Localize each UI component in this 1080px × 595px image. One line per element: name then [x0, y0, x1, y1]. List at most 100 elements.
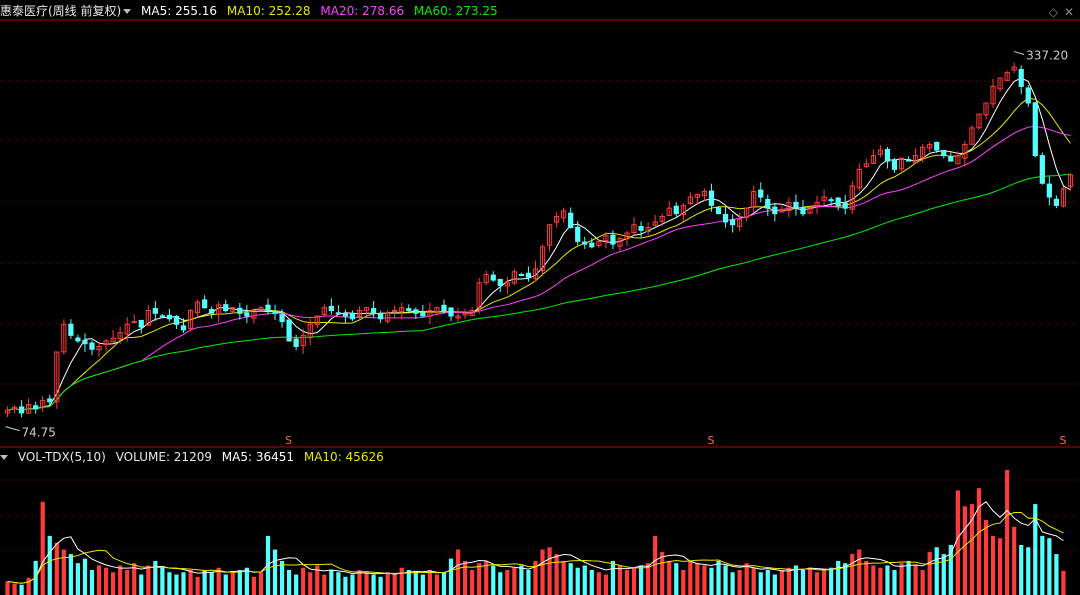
candle-body [1018, 68, 1024, 87]
candle [1032, 102, 1038, 158]
volume-bar [336, 572, 341, 595]
volume-bar [40, 501, 45, 595]
candle [68, 319, 74, 339]
candle-body [47, 398, 53, 403]
candle-body [905, 158, 912, 162]
volume-bar [61, 549, 66, 595]
candle [349, 310, 356, 322]
candle [772, 202, 778, 222]
candle-body [223, 304, 229, 311]
candle-body [934, 141, 940, 151]
candle-body [891, 159, 898, 170]
candle [729, 214, 736, 233]
volume-bar [786, 567, 792, 595]
candle [546, 224, 553, 252]
candle-body [209, 309, 215, 314]
candle-body [413, 309, 419, 314]
candle [244, 304, 250, 324]
candle [75, 334, 81, 343]
candle-body [729, 219, 736, 226]
volume-bar [631, 567, 637, 595]
candle-body [441, 304, 447, 311]
candle [328, 298, 334, 315]
candle-body [272, 311, 278, 314]
candle [420, 304, 426, 317]
candle [856, 163, 862, 191]
candle-body [582, 241, 588, 245]
candle [814, 195, 820, 214]
volume-bar [364, 572, 369, 595]
candle-body [265, 304, 271, 311]
candle [617, 237, 623, 252]
candle-body [758, 189, 764, 198]
candle [82, 333, 88, 352]
volume-bar [286, 570, 292, 595]
volume-bar [934, 547, 939, 595]
candle [455, 307, 461, 322]
volume-bar [378, 576, 383, 595]
candle [202, 295, 208, 309]
volume-bar [427, 570, 432, 595]
candle-body [828, 199, 834, 202]
candle [159, 313, 166, 318]
candle [1004, 70, 1010, 82]
candle-body [765, 198, 771, 209]
volume-bar [990, 535, 996, 595]
volume-bar [674, 563, 679, 595]
volume-bar [223, 574, 228, 595]
price-chart[interactable]: 337.20 74.75 S S S [0, 0, 1080, 595]
candle [744, 207, 750, 222]
candle-body [68, 323, 74, 336]
volume-bar [505, 570, 510, 595]
volume-bar [279, 560, 285, 595]
volume-bar [920, 570, 925, 595]
volume-bar [688, 560, 693, 595]
candle [884, 146, 891, 169]
volume-bar [385, 572, 390, 595]
candle [335, 305, 341, 315]
volume-bar [350, 574, 355, 595]
candle [272, 304, 278, 320]
candle [216, 301, 222, 323]
candle [877, 145, 884, 158]
candle-body [448, 307, 454, 317]
candle-body [835, 197, 841, 206]
volume-bar [814, 572, 820, 595]
volume-bar [441, 572, 447, 595]
volume-bar [751, 567, 756, 595]
candle-body [793, 201, 799, 209]
candle-body [568, 212, 574, 228]
candle-body [166, 314, 173, 320]
volume-bar [413, 572, 418, 595]
candle-body [800, 206, 806, 215]
candle [448, 307, 454, 321]
volume-bar [12, 583, 17, 595]
candle [673, 202, 679, 217]
candle [941, 150, 947, 159]
volume-bar [68, 554, 73, 595]
volume-bar [779, 570, 784, 595]
candle [497, 279, 503, 293]
candle-body [1025, 87, 1031, 104]
candle [659, 213, 665, 227]
volume-bar [927, 551, 932, 595]
ma60-line [7, 173, 1071, 411]
candle [645, 221, 651, 236]
candle-body [575, 226, 581, 242]
volume-bar [1005, 470, 1010, 595]
volume-bar [434, 574, 440, 595]
candle [406, 304, 412, 312]
candle [898, 157, 905, 172]
volume-bar [660, 551, 665, 595]
volume-bar [667, 560, 672, 595]
candle [997, 77, 1003, 92]
candle-body [82, 339, 88, 345]
volume-bar [913, 565, 918, 595]
candle [427, 302, 433, 325]
volume-bar [448, 558, 454, 595]
candle-body [779, 210, 785, 213]
volume-bar [498, 572, 503, 595]
candle-body [18, 406, 25, 414]
candle-body [286, 319, 292, 342]
candle-body [33, 405, 39, 410]
